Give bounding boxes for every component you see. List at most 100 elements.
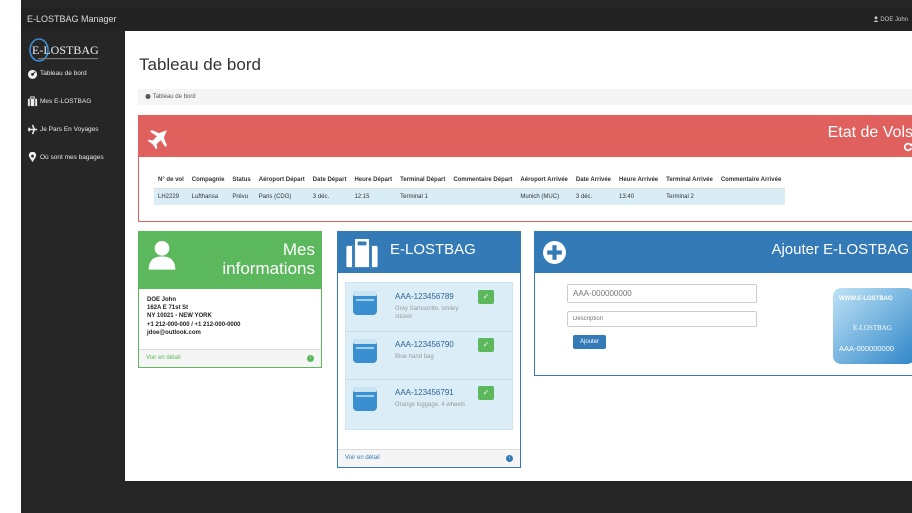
bottom-bar xyxy=(125,481,912,513)
contact-email: jdoe@outlook.com xyxy=(147,329,201,336)
sidebar: E-LOSTBAG Tableau de bord Mes E-LOSTBAG … xyxy=(21,31,125,513)
card-logo: E-LOSTBAG xyxy=(853,324,892,332)
user-icon xyxy=(873,16,879,22)
column-header[interactable]: Heure Arrivée xyxy=(615,172,663,189)
bag-description: Grey Samsonite, smiley sticker xyxy=(395,306,459,320)
column-header[interactable]: Heure Départ xyxy=(350,172,397,189)
main-content: Tableau de bord Tableau de bord Etat de … xyxy=(125,31,912,481)
column-header[interactable]: Terminal Arrivée xyxy=(662,172,717,189)
table-cell: 3 déc. xyxy=(571,188,616,205)
table-cell: Lufthansa xyxy=(187,188,229,205)
sidebar-item-bagages[interactable]: Où sont mes bagages xyxy=(27,150,137,164)
check-icon: ✓ xyxy=(482,292,490,301)
suitcase-icon xyxy=(346,238,378,268)
table-cell: Munich (MUC) xyxy=(516,188,572,205)
contact-name: DOE John xyxy=(147,297,177,303)
details-link-label: Voir en détail xyxy=(345,455,380,461)
check-button[interactable]: ✓ xyxy=(478,290,494,304)
column-header[interactable]: Commentaire Départ xyxy=(449,172,517,189)
flights-title: Etat de Vols xyxy=(827,124,912,141)
map-marker-icon xyxy=(28,151,37,162)
arrow-circle-right-icon: › xyxy=(307,355,314,362)
dashboard-icon xyxy=(145,94,151,99)
table-cell: 12:15 xyxy=(350,188,397,205)
table-cell: Prévu xyxy=(228,188,255,205)
suitcase-icon xyxy=(27,95,38,106)
bag-code[interactable]: AAA-123456791 xyxy=(395,388,454,397)
card-code: AAA-000000000 xyxy=(839,344,894,353)
sidebar-item-dashboard[interactable]: Tableau de bord xyxy=(27,66,137,80)
bag-description: Orange luggage, 4 wheels xyxy=(395,402,466,408)
contact-address-2: NY 10021 - NEW YORK xyxy=(147,313,212,320)
my-info-panel: Mes informations DOE John 162A E 71st St… xyxy=(138,231,322,368)
lostbag-header: E-LOSTBAG xyxy=(338,232,520,273)
my-info-header: Mes informations xyxy=(139,232,321,289)
bag-code[interactable]: AAA-123456790 xyxy=(395,340,454,349)
bag-code[interactable]: AAA-123456789 xyxy=(395,292,454,301)
sidebar-item-label: Tableau de bord xyxy=(40,69,87,77)
flights-table: N° de vol Compagnie Status Aéroport Dépa… xyxy=(154,172,786,205)
sidebar-item-label: Où sont mes bagages xyxy=(40,153,104,161)
dashboard-icon xyxy=(27,69,38,79)
check-icon: ✓ xyxy=(482,388,490,397)
my-info-details-link[interactable]: Voir en détail › xyxy=(139,349,321,367)
bag-description: Blue hand bag xyxy=(395,354,434,360)
table-row[interactable]: LH2229 Lufthansa Prévu Paris (CDG) 3 déc… xyxy=(154,188,786,205)
column-header[interactable]: N° de vol xyxy=(154,172,188,189)
bag-tag-image xyxy=(353,291,377,315)
column-header[interactable]: Terminal Départ xyxy=(396,172,450,189)
list-item[interactable]: AAA-123456789 Grey Samsonite, smiley sti… xyxy=(346,283,512,332)
contact-phone: +1 212-000-000 / +1 212-000-0000 xyxy=(147,321,241,328)
e-lostbag-logo[interactable]: E-LOSTBAG xyxy=(27,37,122,63)
list-item[interactable]: AAA-123456791 Orange luggage, 4 wheels ✓ xyxy=(346,379,512,427)
table-cell xyxy=(716,188,786,205)
bag-tag-image xyxy=(353,339,377,363)
lostbag-details-link[interactable]: Voir en détail › xyxy=(338,449,520,467)
refresh-icon[interactable] xyxy=(903,142,912,152)
sidebar-item-mes-e-lostbag[interactable]: Mes E-LOSTBAG xyxy=(27,94,137,108)
top-navbar: E-LOSTBAG Manager DOE John xyxy=(21,8,912,31)
table-header-row: N° de vol Compagnie Status Aéroport Dépa… xyxy=(154,172,786,189)
flights-panel: Etat de Vols N° de vol Compagnie Status … xyxy=(138,115,912,222)
card-brand: WWW.E-LOSTBAG xyxy=(839,296,893,302)
app-brand[interactable]: E-LOSTBAG Manager xyxy=(27,14,117,24)
plane-icon xyxy=(147,130,167,150)
table-cell: 13:40 xyxy=(615,188,663,205)
window-edge xyxy=(0,0,21,513)
column-header[interactable]: Aéroport Arrivée xyxy=(516,172,572,189)
add-button[interactable]: Ajouter xyxy=(573,335,606,349)
column-header[interactable]: Commentaire Arrivée xyxy=(716,172,786,189)
sidebar-item-label: Mes E-LOSTBAG xyxy=(40,97,92,105)
column-header[interactable]: Date Départ xyxy=(308,172,351,189)
list-item[interactable]: AAA-123456790 Blue hand bag ✓ xyxy=(346,331,512,380)
my-info-title-line2: informations xyxy=(222,259,315,278)
lostbag-panel: E-LOSTBAG AAA-123456789 Grey Samsonite, … xyxy=(337,231,521,468)
contact-info: DOE John 162A E 71st St NY 10021 - NEW Y… xyxy=(147,296,240,337)
flights-panel-header: Etat de Vols xyxy=(139,116,912,157)
plane-icon xyxy=(27,124,38,134)
logo-text: E-LOSTBAG xyxy=(32,43,99,57)
bag-list: AAA-123456789 Grey Samsonite, smiley sti… xyxy=(345,282,513,430)
check-button[interactable]: ✓ xyxy=(478,338,494,352)
column-header[interactable]: Date Arrivée xyxy=(571,172,616,189)
check-button[interactable]: ✓ xyxy=(478,386,494,400)
column-header[interactable]: Compagnie xyxy=(187,172,229,189)
add-lostbag-panel: Ajouter E-LOSTBAG Ajouter WWW.E-LOSTBAG … xyxy=(534,231,912,376)
bag-code-input[interactable] xyxy=(567,284,757,303)
column-header[interactable]: Status xyxy=(228,172,255,189)
my-info-title-line1: Mes xyxy=(282,240,315,259)
my-info-title: Mes informations xyxy=(175,240,315,278)
sidebar-item-voyages[interactable]: Je Pars En Voyages xyxy=(27,122,137,136)
description-input[interactable] xyxy=(567,311,757,327)
table-cell: Terminal 1 xyxy=(396,188,450,205)
user-menu[interactable]: DOE John xyxy=(873,16,908,23)
page-title: Tableau de bord xyxy=(139,55,261,74)
bag-tag-image xyxy=(353,387,377,411)
table-cell: 3 déc. xyxy=(308,188,351,205)
column-header[interactable]: Aéroport Départ xyxy=(254,172,309,189)
breadcrumb-item[interactable]: Tableau de bord xyxy=(153,94,196,100)
breadcrumb: Tableau de bord xyxy=(138,89,912,105)
table-cell: Paris (CDG) xyxy=(254,188,309,205)
contact-address-1: 162A E 71st St xyxy=(147,305,189,312)
add-lostbag-header: Ajouter E-LOSTBAG xyxy=(535,232,912,273)
